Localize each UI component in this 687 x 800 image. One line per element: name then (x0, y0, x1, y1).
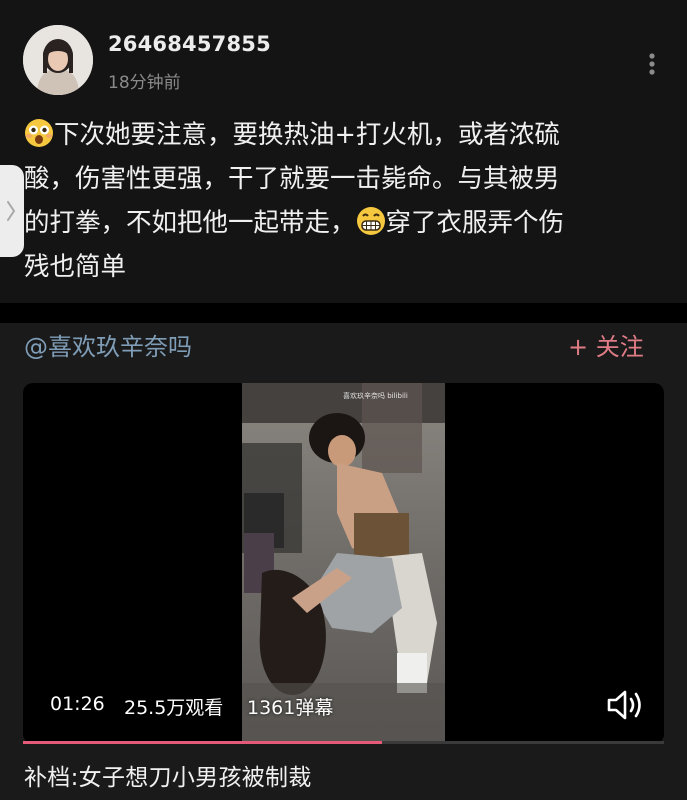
video-scene-image (242, 383, 445, 744)
username[interactable]: 26468457855 (108, 32, 271, 56)
screen: 26468457855 18分钟前 下次她要注意，要换热油+打火机，或者浓硫 酸… (0, 0, 687, 800)
post-line-1: 下次她要注意，要换热油+打火机，或者浓硫 (24, 113, 664, 157)
post-line-3-text: 的打拳，不如把他一起带走， (24, 208, 356, 238)
video-progress-bar[interactable] (23, 741, 664, 744)
video-duration: 01:26 (50, 693, 105, 715)
more-options-button[interactable] (640, 50, 664, 82)
video-progress-fill (23, 741, 382, 744)
side-drawer-handle[interactable] (0, 165, 24, 257)
section-divider (0, 303, 687, 323)
video-frame (242, 383, 445, 744)
post-line-1-text: 下次她要注意，要换热油+打火机，或者浓硫 (54, 120, 560, 150)
video-title[interactable]: 补档:女子想刀小男孩被制裁 (24, 758, 312, 792)
shocked-face-icon (24, 118, 54, 148)
avatar-image (23, 25, 93, 95)
post-line-3: 的打拳，不如把他一起带走， 穿了衣服弄个伤 (24, 201, 664, 245)
avatar[interactable] (23, 25, 93, 95)
volume-button[interactable] (603, 686, 647, 724)
mention-link[interactable]: @喜欢玖辛奈吗 (24, 327, 192, 362)
follow-button[interactable]: + 关注 (568, 327, 644, 362)
speaker-icon (607, 690, 641, 720)
post-line-2: 酸，伤害性更强，干了就要一击毙命。与其被男 (24, 164, 560, 194)
chevron-right-icon (7, 201, 16, 221)
video-danmaku-count: 1361弹幕 (247, 697, 334, 719)
video-views: 25.5万观看 (124, 697, 224, 719)
video-watermark: 喜欢玖辛奈吗 bilibili (343, 392, 408, 400)
post-content: 下次她要注意，要换热油+打火机，或者浓硫 酸，伤害性更强，干了就要一击毙命。与其… (24, 113, 664, 289)
post-time: 18分钟前 (108, 73, 181, 93)
video-player[interactable] (23, 383, 664, 744)
post-line-3-tail: 穿了衣服弄个伤 (385, 208, 565, 238)
more-vertical-icon (649, 53, 655, 75)
post-line-4: 残也简单 (24, 252, 127, 282)
grinning-face-icon (356, 206, 386, 236)
